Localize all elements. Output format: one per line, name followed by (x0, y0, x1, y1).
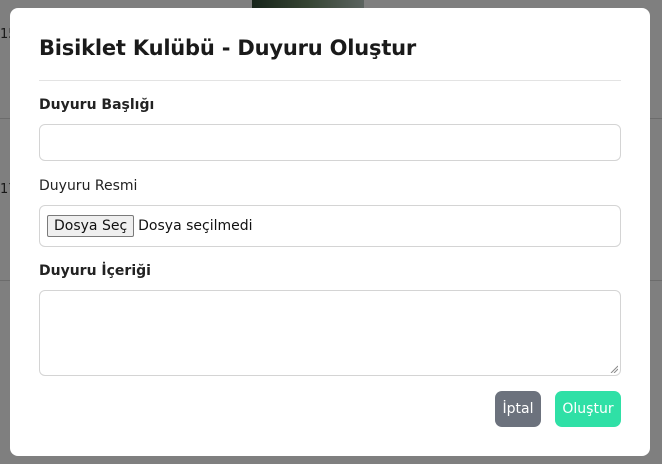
announcement-content-label: Duyuru İçeriği (39, 263, 151, 279)
create-button[interactable]: Oluştur (555, 391, 621, 427)
announcement-image-label: Duyuru Resmi (39, 178, 138, 194)
create-announcement-modal: Bisiklet Kulübü - Duyuru Oluştur Duyuru … (10, 8, 650, 456)
cancel-button[interactable]: İptal (495, 391, 541, 427)
title-divider (39, 80, 621, 81)
announcement-content-textarea[interactable] (39, 290, 621, 376)
modal-title: Bisiklet Kulübü - Duyuru Oluştur (39, 36, 417, 60)
resize-grip-icon[interactable] (610, 365, 618, 373)
announcement-image-input[interactable]: Dosya Seç Dosya seçilmedi (39, 205, 621, 247)
file-status-text: Dosya seçilmedi (138, 218, 253, 234)
announcement-title-input[interactable] (39, 124, 621, 161)
announcement-title-label: Duyuru Başlığı (39, 97, 155, 113)
choose-file-button[interactable]: Dosya Seç (47, 215, 135, 237)
